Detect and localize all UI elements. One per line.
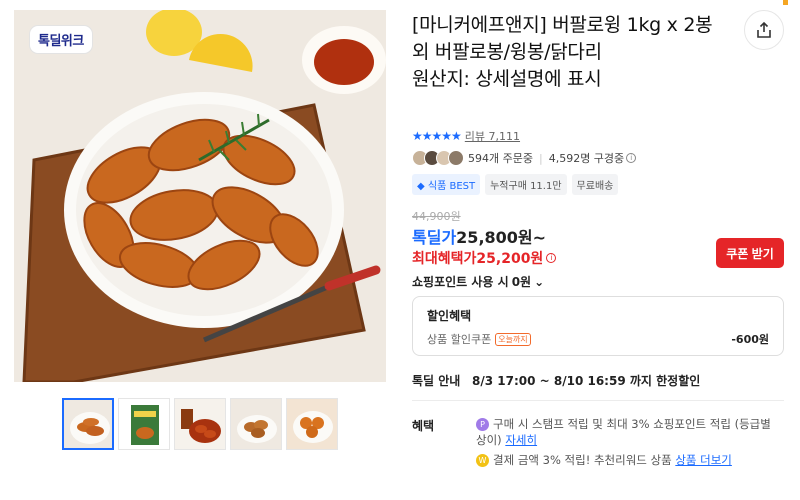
thumbnail-strip bbox=[62, 398, 338, 450]
tag-cumulative: 누적구매 11.1만 bbox=[485, 174, 567, 195]
viewers-count: 4,592명 구경중 bbox=[548, 152, 625, 165]
today-badge: 오늘까지 bbox=[495, 332, 531, 346]
discount-item: 상품 할인쿠폰 오늘까지 bbox=[427, 331, 531, 347]
tokdeal-price: 25,800원~ bbox=[456, 228, 547, 247]
chevron-down-icon: ⌄ bbox=[534, 274, 545, 289]
tokdeal-label: 톡딜가 bbox=[412, 228, 457, 247]
separator: | bbox=[538, 151, 543, 165]
share-button[interactable] bbox=[744, 10, 784, 50]
thumbnail-2[interactable] bbox=[118, 398, 170, 450]
deal-row: 톡딜 안내 8/3 17:00 ~ 8/10 16:59 까지 한정할인 bbox=[412, 372, 700, 389]
benefit-stamp: P 구매 시 스탬프 적립 및 최대 3% 쇼핑포인트 적립 (등급별 상이) 자… bbox=[476, 416, 776, 448]
review-link[interactable]: 리뷰 7,111 bbox=[465, 128, 520, 144]
info-icon[interactable]: i bbox=[546, 253, 557, 263]
thumbnail-1[interactable] bbox=[62, 398, 114, 450]
product-title-text: [마니커에프앤지] 버팔로윙 1kg x 2봉 외 버팔로봉/윙봉/닭다리 bbox=[412, 14, 713, 63]
details-link[interactable]: 자세히 bbox=[505, 433, 537, 447]
max-benefit-row: 최대혜택가 25,200원 i bbox=[412, 248, 557, 268]
main-product-image: 톡딜위크 bbox=[14, 10, 386, 382]
benefit-reward-text: 결제 금액 3% 적립! 추천리워드 상품 bbox=[493, 453, 672, 467]
max-benefit-price: 25,200원 bbox=[476, 251, 544, 267]
thumbnail-5[interactable] bbox=[286, 398, 338, 450]
thumbnail-3[interactable] bbox=[174, 398, 226, 450]
points-value: 0원 bbox=[511, 275, 532, 289]
points-row[interactable]: 쇼핑포인트 사용 시 0원 ⌄ bbox=[412, 273, 544, 290]
star-rating: ★★★★★ bbox=[412, 129, 462, 143]
info-icon[interactable]: i bbox=[626, 153, 637, 163]
tag-best: ◆ 식품 BEST bbox=[412, 174, 481, 195]
tags-row: ◆ 식품 BEST 누적구매 11.1만 무료배송 bbox=[412, 174, 619, 195]
tokdeal-price-row: 톡딜가25,800원~ bbox=[412, 224, 546, 248]
discount-box: 할인혜택 상품 할인쿠폰 오늘까지 -600원 bbox=[412, 296, 784, 356]
deal-period: 8/3 17:00 ~ 8/10 16:59 까지 한정할인 bbox=[472, 374, 701, 388]
discount-amount: -600원 bbox=[731, 333, 769, 346]
points-label: 쇼핑포인트 사용 시 bbox=[412, 275, 509, 289]
max-benefit-label: 최대혜택가 bbox=[412, 251, 477, 267]
share-icon bbox=[757, 21, 771, 38]
avatar bbox=[448, 150, 464, 166]
discount-title: 할인혜택 bbox=[427, 309, 472, 323]
benefit-label: 혜택 bbox=[412, 419, 435, 433]
tag-free-shipping: 무료배송 bbox=[571, 174, 619, 195]
discount-item-label: 상품 할인쿠폰 bbox=[427, 333, 492, 346]
product-title: [마니커에프앤지] 버팔로윙 1kg x 2봉 외 버팔로봉/윙봉/닭다리 원산… bbox=[412, 12, 732, 93]
thumbnail-4[interactable] bbox=[230, 398, 282, 450]
origin-text: 원산지: 상세설명에 표시 bbox=[412, 68, 602, 90]
point-coin-icon: P bbox=[476, 418, 489, 431]
buyers-row: 594개 주문중 | 4,592명 구경중 i bbox=[412, 150, 637, 166]
divider bbox=[412, 400, 784, 401]
deal-label: 톡딜 안내 bbox=[412, 374, 461, 388]
original-price: 44,900원 bbox=[412, 210, 461, 223]
more-products-link[interactable]: 상품 더보기 bbox=[675, 453, 732, 467]
notification-dot bbox=[783, 0, 788, 5]
benefit-reward: W 결제 금액 3% 적립! 추천리워드 상품 상품 더보기 bbox=[476, 452, 732, 468]
tag-best-label: 식품 BEST bbox=[427, 181, 476, 192]
orders-count: 594개 주문중 bbox=[468, 152, 533, 165]
won-coin-icon: W bbox=[476, 454, 489, 467]
rating-row: ★★★★★ 리뷰 7,111 bbox=[412, 128, 520, 144]
brand-badge: 톡딜위크 bbox=[30, 26, 92, 53]
coupon-button[interactable]: 쿠폰 받기 bbox=[716, 238, 784, 268]
buyer-avatars bbox=[412, 150, 464, 166]
